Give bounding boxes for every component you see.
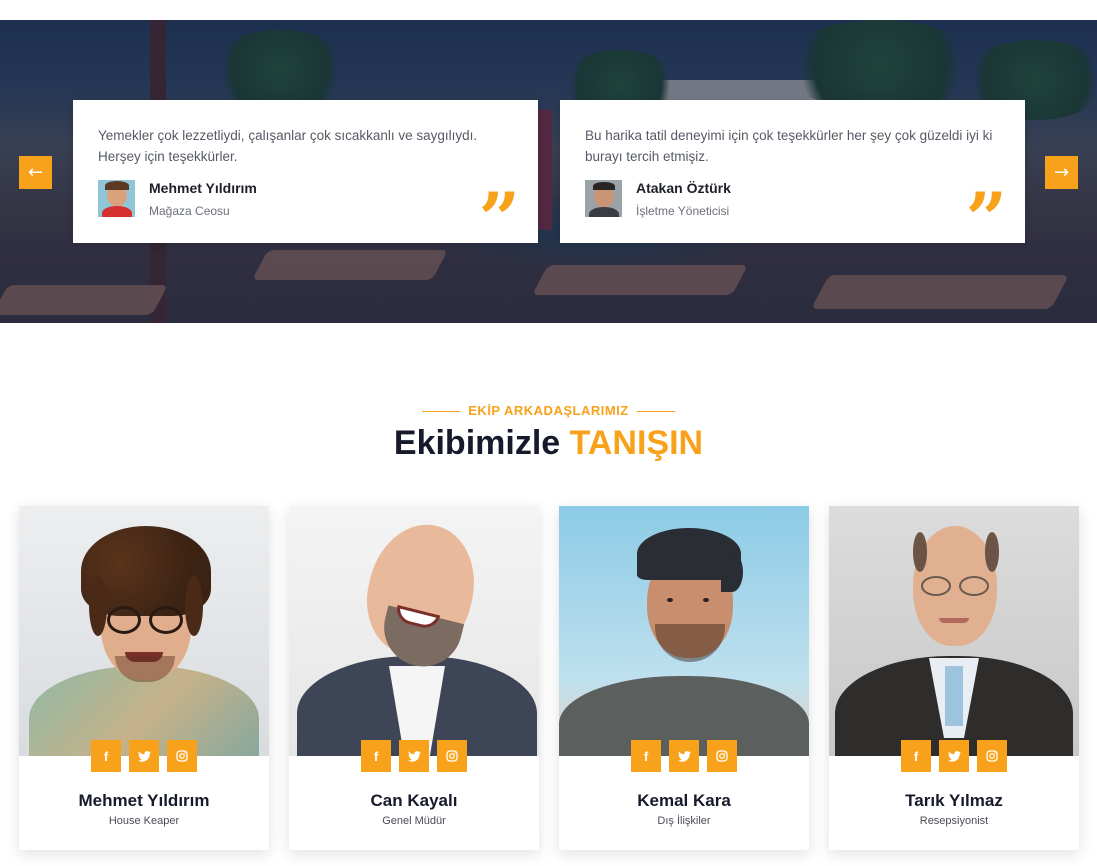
team-member-name: Can Kayalı [370,791,458,810]
avatar [98,180,135,217]
testimonial-author-name: Atakan Öztürk [636,180,731,196]
testimonial-card: Bu harika tatil deneyimi için çok teşekk… [560,100,1025,255]
team-member-role: Resepsiyonist [919,815,989,827]
team-member-photo [19,506,269,756]
team-member-role: House Keaper [108,815,180,827]
testimonial-text: Yemekler çok lezzetliydi, çalışanlar çok… [98,128,478,164]
social-links: f [559,740,809,772]
arrow-right-icon: → [1053,162,1070,183]
team-member-name: Tarık Yılmaz [905,791,1003,810]
facebook-icon[interactable]: f [361,740,391,772]
quote-icon: ” [478,176,520,261]
testimonial-card: Yemekler çok lezzetliydi, çalışanlar çok… [73,100,538,255]
testimonial-slider: ← → Yemekler çok lezzetliydi, çalışanlar… [0,20,1097,323]
twitter-icon[interactable] [129,740,159,772]
divider [422,411,461,413]
team-member-photo [289,506,539,756]
team-member-photo [559,506,809,756]
team-member-card: f Mehmet Yıldırım House Keaper [19,506,269,850]
divider [636,411,675,413]
testimonial-text: Bu harika tatil deneyimi için çok teşekk… [585,128,993,164]
section-eyebrow-text: EKİP ARKADAŞLARIMIZ [468,403,629,418]
twitter-icon[interactable] [669,740,699,772]
team-member-card: f Tarık Yılmaz Resepsiyonist [829,506,1079,850]
facebook-icon[interactable]: f [901,740,931,772]
social-links: f [19,740,269,772]
slider-prev-button[interactable]: ← [19,156,52,189]
testimonial-author-role: İşletme Yöneticisi [636,204,730,218]
instagram-icon[interactable] [707,740,737,772]
slider-next-button[interactable]: → [1045,156,1078,189]
testimonial-author-role: Mağaza Ceosu [149,204,230,218]
avatar [585,180,622,217]
testimonial-author-name: Mehmet Yıldırım [149,180,257,196]
arrow-left-icon: ← [27,162,44,183]
testimonial-author: Atakan Öztürk İşletme Yöneticisi [585,180,1001,218]
team-member-name: Mehmet Yıldırım [78,791,210,810]
social-links: f [829,740,1079,772]
team-member-role: Genel Müdür [382,815,446,827]
social-links: f [289,740,539,772]
facebook-icon[interactable]: f [631,740,661,772]
section-eyebrow: EKİP ARKADAŞLARIMIZ [0,403,1097,418]
twitter-icon[interactable] [939,740,969,772]
facebook-icon[interactable]: f [91,740,121,772]
instagram-icon[interactable] [167,740,197,772]
section-title: Ekibimizle TANIŞIN [0,424,1097,463]
testimonial-author: Mehmet Yıldırım Mağaza Ceosu [98,180,514,218]
quote-icon: ” [965,176,1007,261]
instagram-icon[interactable] [977,740,1007,772]
team-member-card: f Kemal Kara Dış İlişkiler [559,506,809,850]
team-member-card: f Can Kayalı Genel Müdür [289,506,539,850]
team-member-role: Dış İlişkiler [657,815,711,827]
team-member-photo [829,506,1079,756]
instagram-icon[interactable] [437,740,467,772]
section-title-main: Ekibimizle [393,424,570,462]
twitter-icon[interactable] [399,740,429,772]
section-title-accent: TANIŞIN [569,424,704,462]
team-member-name: Kemal Kara [637,791,731,810]
